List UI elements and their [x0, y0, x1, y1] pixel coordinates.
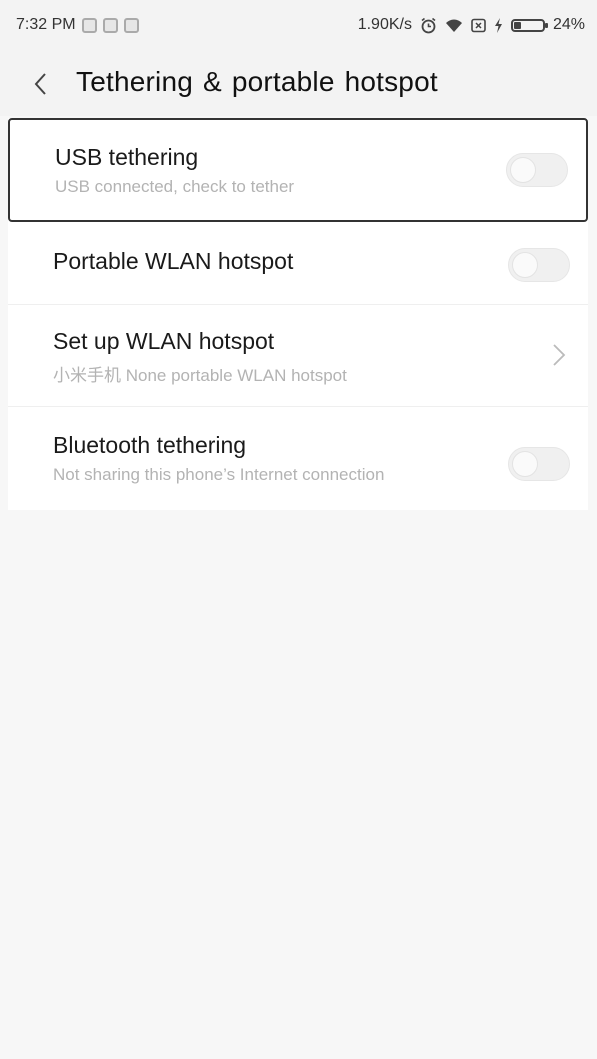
back-icon[interactable] [30, 70, 52, 98]
wifi-icon [445, 19, 462, 32]
toggle-knob [510, 157, 536, 183]
status-right: 1.90K/s 24% [358, 16, 585, 34]
usb-tethering-row[interactable]: USB tethering USB connected, check to te… [8, 118, 588, 222]
portable-wlan-hotspot-row[interactable]: Portable WLAN hotspot [8, 222, 588, 304]
page-title: Tethering & portable hotspot [76, 66, 438, 97]
status-left: 7:32 PM [16, 16, 139, 34]
usb-tethering-title: USB tethering [55, 144, 199, 170]
header: Tethering & portable hotspot [0, 52, 597, 116]
setup-wlan-hotspot-row[interactable]: Set up WLAN hotspot 小米手机 None portable W… [8, 304, 588, 406]
setup-wlan-hotspot-subtitle: 小米手机 None portable WLAN hotspot [53, 366, 347, 385]
notification-icon [102, 17, 118, 33]
charging-icon [494, 17, 502, 33]
status-bar: 7:32 PM 1.90K/s 24% [0, 0, 597, 52]
portable-wlan-hotspot-toggle[interactable] [508, 248, 570, 282]
toggle-knob [512, 451, 538, 477]
notification-icon [123, 17, 139, 33]
setup-wlan-hotspot-title: Set up WLAN hotspot [53, 328, 275, 354]
bluetooth-tethering-toggle[interactable] [508, 447, 570, 481]
status-time: 7:32 PM [16, 16, 76, 33]
portable-wlan-hotspot-title: Portable WLAN hotspot [53, 248, 294, 274]
battery-percent: 24% [552, 16, 585, 33]
toggle-knob [512, 252, 538, 278]
bluetooth-tethering-title: Bluetooth tethering [53, 432, 247, 458]
notification-icon [81, 17, 97, 33]
usb-tethering-subtitle: USB connected, check to tether [55, 177, 295, 196]
alarm-icon [421, 17, 436, 33]
bluetooth-tethering-row[interactable]: Bluetooth tethering Not sharing this pho… [8, 406, 588, 510]
chevron-right-icon [553, 344, 566, 366]
usb-tethering-toggle[interactable] [506, 153, 568, 187]
battery-icon [510, 18, 548, 32]
settings-list: USB tethering USB connected, check to te… [8, 118, 588, 510]
network-speed: 1.90K/s [357, 16, 412, 33]
sim-icon [471, 18, 486, 32]
battery-fill [513, 21, 521, 29]
bluetooth-tethering-subtitle: Not sharing this phone’s Internet connec… [53, 465, 385, 484]
